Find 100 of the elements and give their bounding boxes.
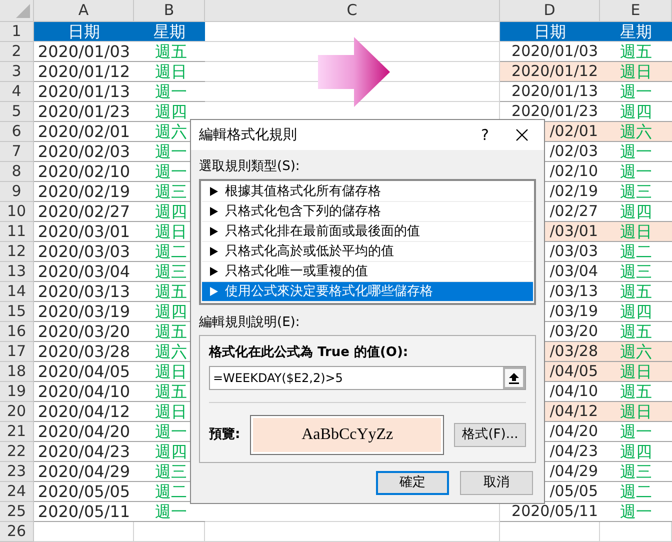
table-cell: 週四 <box>600 442 672 462</box>
preview-label: 預覽: <box>209 426 242 444</box>
upload-arrow-icon <box>509 372 519 384</box>
table-cell: 2020/04/20 <box>34 422 134 442</box>
help-button[interactable]: ? <box>470 120 500 150</box>
table-cell: 2020/04/05 <box>34 362 134 382</box>
table-cell: 週三 <box>600 462 672 482</box>
row-header[interactable]: 8 <box>0 162 34 182</box>
table-cell: 2020/03/01 <box>34 222 134 242</box>
table-cell: 2020/04/23 <box>34 442 134 462</box>
table-cell: 週五 <box>600 282 672 302</box>
header-cell: 日期 <box>34 22 134 42</box>
table-cell: 週三 <box>600 182 672 202</box>
table-cell: 週六 <box>600 342 672 362</box>
table-cell: 2020/01/03 <box>34 42 134 62</box>
empty-cell[interactable] <box>205 502 500 522</box>
table-cell: 2020/02/27 <box>34 202 134 222</box>
row-header[interactable]: 3 <box>0 62 34 82</box>
preview-text: AaBbCcYyZz <box>253 418 442 452</box>
triangle-icon <box>210 287 218 296</box>
row-header[interactable]: 13 <box>0 262 34 282</box>
row-header[interactable]: 2 <box>0 42 34 62</box>
row-header[interactable]: 10 <box>0 202 34 222</box>
column-header[interactable]: E <box>600 0 672 22</box>
table-cell: 2020/01/13 <box>500 82 600 102</box>
row-header[interactable]: 20 <box>0 402 34 422</box>
select-all-icon[interactable] <box>16 4 30 18</box>
table-cell: 週日 <box>600 222 672 242</box>
table-cell: 2020/02/10 <box>34 162 134 182</box>
formula-field[interactable]: =WEEKDAY($E2,2)>5 <box>209 366 526 390</box>
row-header[interactable]: 23 <box>0 462 34 482</box>
header-cell: 日期 <box>500 22 600 42</box>
table-cell: 2020/01/23 <box>34 102 134 122</box>
table-cell: 2020/01/13 <box>34 82 134 102</box>
table-cell: 2020/01/12 <box>34 62 134 82</box>
formula-label: 格式化在此公式為 True 的值(O): <box>209 344 410 362</box>
table-cell: 週六 <box>600 122 672 142</box>
row-header[interactable]: 19 <box>0 382 34 402</box>
formula-value: =WEEKDAY($E2,2)>5 <box>212 370 344 387</box>
rule-type-item[interactable]: 使用公式來決定要格式化哪些儲存格 <box>202 282 533 302</box>
empty-cell[interactable] <box>205 42 500 62</box>
table-cell: 週一 <box>600 82 672 102</box>
row-header[interactable]: 6 <box>0 122 34 142</box>
table-cell: 週三 <box>600 262 672 282</box>
ok-button[interactable]: 確定 <box>376 471 449 495</box>
table-cell: 週四 <box>600 302 672 322</box>
table-cell: 2020/02/03 <box>34 142 134 162</box>
row-header[interactable]: 4 <box>0 82 34 102</box>
table-cell: 週二 <box>600 242 672 262</box>
row-header[interactable]: 12 <box>0 242 34 262</box>
row-header[interactable]: 18 <box>0 362 34 382</box>
format-button[interactable]: 格式(F)... <box>454 423 526 447</box>
triangle-icon <box>210 247 218 256</box>
column-header[interactable]: D <box>500 0 600 22</box>
column-header[interactable]: A <box>34 0 134 22</box>
row-header[interactable]: 11 <box>0 222 34 242</box>
cancel-button[interactable]: 取消 <box>460 471 533 495</box>
table-cell: 週日 <box>600 362 672 382</box>
arrow-icon <box>318 37 390 107</box>
collapse-button[interactable] <box>503 367 525 389</box>
table-cell: 2020/03/04 <box>34 262 134 282</box>
row-header[interactable]: 1 <box>0 22 34 42</box>
column-header[interactable]: B <box>134 0 205 22</box>
table-cell: 2020/04/10 <box>34 382 134 402</box>
empty-cell[interactable] <box>205 82 500 102</box>
row-header[interactable]: 16 <box>0 322 34 342</box>
table-cell: 2020/02/19 <box>34 182 134 202</box>
triangle-icon <box>210 187 218 196</box>
row-header[interactable]: 24 <box>0 482 34 502</box>
rule-type-item[interactable]: 只格式化包含下列的儲存格 <box>202 202 533 222</box>
row-header[interactable]: 15 <box>0 302 34 322</box>
table-cell: 週日 <box>600 402 672 422</box>
rule-type-item[interactable]: 只格式化排在最前面或最後面的值 <box>202 222 533 242</box>
header-cell: 星期 <box>600 22 672 42</box>
table-cell: 週一 <box>600 142 672 162</box>
rule-type-item[interactable]: 根據其值格式化所有儲存格 <box>202 182 533 202</box>
table-cell: 週一 <box>600 422 672 442</box>
rule-type-item[interactable]: 只格式化高於或低於平均的值 <box>202 242 533 262</box>
row-header[interactable]: 25 <box>0 502 34 522</box>
row-header[interactable]: 21 <box>0 422 34 442</box>
table-cell: 2020/03/13 <box>34 282 134 302</box>
column-header[interactable]: C <box>205 0 500 22</box>
row-header[interactable]: 22 <box>0 442 34 462</box>
triangle-icon <box>210 207 218 216</box>
table-cell: 2020/03/20 <box>34 322 134 342</box>
table-cell: 2020/03/03 <box>34 242 134 262</box>
table-cell: 2020/05/05 <box>34 482 134 502</box>
row-header[interactable]: 14 <box>0 282 34 302</box>
table-cell: 2020/03/19 <box>34 302 134 322</box>
row-header[interactable]: 17 <box>0 342 34 362</box>
table-cell: 週二 <box>600 482 672 502</box>
row-header[interactable]: 26 <box>0 522 34 542</box>
triangle-icon <box>210 267 218 276</box>
row-header[interactable]: 7 <box>0 142 34 162</box>
table-cell: 週日 <box>600 62 672 82</box>
row-header[interactable]: 9 <box>0 182 34 202</box>
row-header[interactable]: 5 <box>0 102 34 122</box>
table-cell: 2020/02/01 <box>34 122 134 142</box>
table-cell: 2020/01/12 <box>500 62 600 82</box>
close-icon <box>516 129 528 141</box>
